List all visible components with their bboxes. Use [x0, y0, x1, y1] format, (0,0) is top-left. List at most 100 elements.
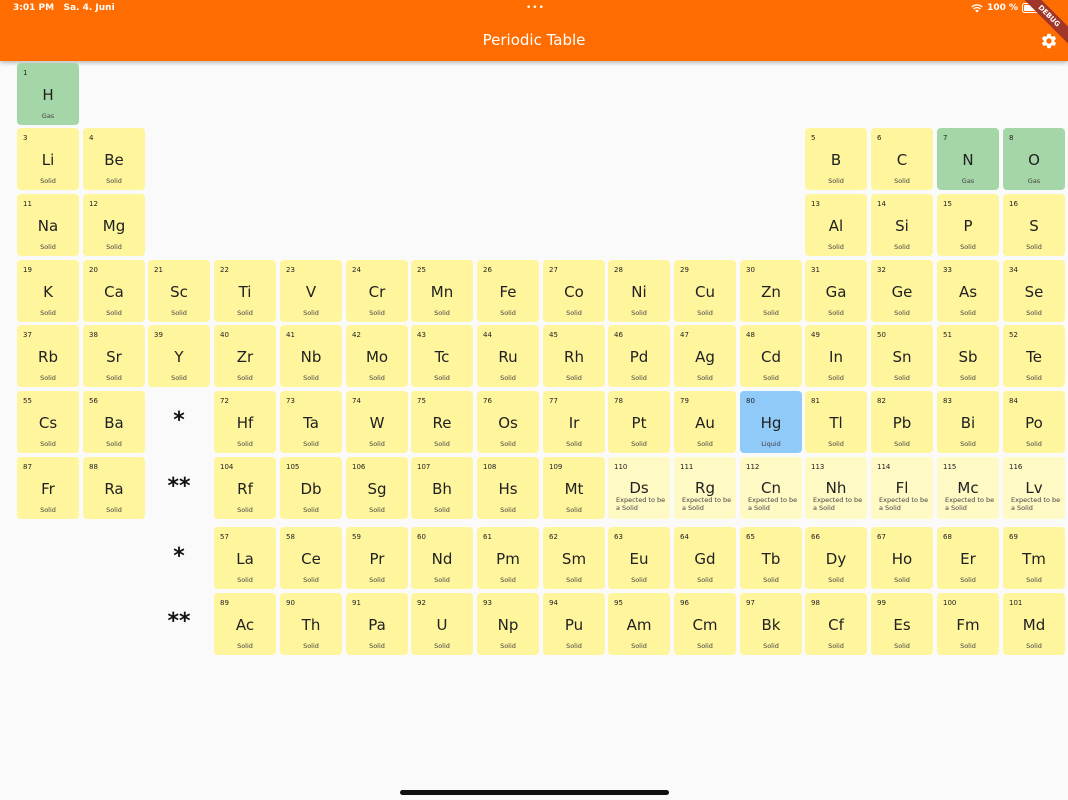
element-tile-ag[interactable]: 47 Ag Solid [674, 325, 736, 387]
element-tile-tb[interactable]: 65 Tb Solid [740, 527, 802, 589]
element-tile-co[interactable]: 27 Co Solid [543, 260, 605, 322]
element-tile-zr[interactable]: 40 Zr Solid [214, 325, 276, 387]
element-tile-mn[interactable]: 25 Mn Solid [411, 260, 473, 322]
element-tile-cm[interactable]: 96 Cm Solid [674, 593, 736, 655]
element-tile-ca[interactable]: 20 Ca Solid [83, 260, 145, 322]
element-tile-h[interactable]: 1 H Gas [17, 63, 79, 125]
element-tile-as[interactable]: 33 As Solid [937, 260, 999, 322]
element-tile-ga[interactable]: 31 Ga Solid [805, 260, 867, 322]
element-tile-n[interactable]: 7 N Gas [937, 128, 999, 190]
element-tile-np[interactable]: 93 Np Solid [477, 593, 539, 655]
element-tile-eu[interactable]: 63 Eu Solid [608, 527, 670, 589]
element-tile-am[interactable]: 95 Am Solid [608, 593, 670, 655]
element-tile-tl[interactable]: 81 Tl Solid [805, 391, 867, 453]
element-tile-y[interactable]: 39 Y Solid [148, 325, 210, 387]
element-tile-hs[interactable]: 108 Hs Solid [477, 457, 539, 519]
element-tile-md[interactable]: 101 Md Solid [1003, 593, 1065, 655]
element-tile-db[interactable]: 105 Db Solid [280, 457, 342, 519]
element-tile-cs[interactable]: 55 Cs Solid [17, 391, 79, 453]
element-tile-sr[interactable]: 38 Sr Solid [83, 325, 145, 387]
element-tile-mc[interactable]: 115 Mc Expected to be a Solid [937, 457, 999, 519]
element-tile-b[interactable]: 5 B Solid [805, 128, 867, 190]
element-tile-s[interactable]: 16 S Solid [1003, 194, 1065, 256]
element-tile-ru[interactable]: 44 Ru Solid [477, 325, 539, 387]
element-tile-bi[interactable]: 83 Bi Solid [937, 391, 999, 453]
element-tile-rf[interactable]: 104 Rf Solid [214, 457, 276, 519]
element-tile-k[interactable]: 19 K Solid [17, 260, 79, 322]
element-tile-ds[interactable]: 110 Ds Expected to be a Solid [608, 457, 670, 519]
element-tile-tc[interactable]: 43 Tc Solid [411, 325, 473, 387]
element-tile-mt[interactable]: 109 Mt Solid [543, 457, 605, 519]
element-tile-mo[interactable]: 42 Mo Solid [346, 325, 408, 387]
element-tile-au[interactable]: 79 Au Solid [674, 391, 736, 453]
element-tile-fm[interactable]: 100 Fm Solid [937, 593, 999, 655]
element-tile-pt[interactable]: 78 Pt Solid [608, 391, 670, 453]
element-tile-po[interactable]: 84 Po Solid [1003, 391, 1065, 453]
element-tile-re[interactable]: 75 Re Solid [411, 391, 473, 453]
element-tile-gd[interactable]: 64 Gd Solid [674, 527, 736, 589]
element-tile-te[interactable]: 52 Te Solid [1003, 325, 1065, 387]
element-tile-ac[interactable]: 89 Ac Solid [214, 593, 276, 655]
element-tile-pu[interactable]: 94 Pu Solid [543, 593, 605, 655]
element-tile-cu[interactable]: 29 Cu Solid [674, 260, 736, 322]
element-tile-nd[interactable]: 60 Nd Solid [411, 527, 473, 589]
element-tile-ir[interactable]: 77 Ir Solid [543, 391, 605, 453]
element-tile-rg[interactable]: 111 Rg Expected to be a Solid [674, 457, 736, 519]
element-tile-sm[interactable]: 62 Sm Solid [543, 527, 605, 589]
element-tile-fr[interactable]: 87 Fr Solid [17, 457, 79, 519]
element-tile-ra[interactable]: 88 Ra Solid [83, 457, 145, 519]
element-tile-fl[interactable]: 114 Fl Expected to be a Solid [871, 457, 933, 519]
element-tile-sc[interactable]: 21 Sc Solid [148, 260, 210, 322]
element-tile-er[interactable]: 68 Er Solid [937, 527, 999, 589]
element-tile-pb[interactable]: 82 Pb Solid [871, 391, 933, 453]
element-tile-nb[interactable]: 41 Nb Solid [280, 325, 342, 387]
element-tile-nh[interactable]: 113 Nh Expected to be a Solid [805, 457, 867, 519]
element-tile-rh[interactable]: 45 Rh Solid [543, 325, 605, 387]
element-tile-al[interactable]: 13 Al Solid [805, 194, 867, 256]
multitasking-dots-icon[interactable]: ••• [526, 3, 545, 13]
element-tile-u[interactable]: 92 U Solid [411, 593, 473, 655]
home-indicator[interactable] [400, 790, 669, 795]
element-tile-be[interactable]: 4 Be Solid [83, 128, 145, 190]
element-tile-fe[interactable]: 26 Fe Solid [477, 260, 539, 322]
element-tile-pm[interactable]: 61 Pm Solid [477, 527, 539, 589]
element-tile-cr[interactable]: 24 Cr Solid [346, 260, 408, 322]
element-tile-cd[interactable]: 48 Cd Solid [740, 325, 802, 387]
element-tile-p[interactable]: 15 P Solid [937, 194, 999, 256]
element-tile-ti[interactable]: 22 Ti Solid [214, 260, 276, 322]
element-tile-ta[interactable]: 73 Ta Solid [280, 391, 342, 453]
element-tile-bk[interactable]: 97 Bk Solid [740, 593, 802, 655]
element-tile-o[interactable]: 8 O Gas [1003, 128, 1065, 190]
element-tile-ho[interactable]: 67 Ho Solid [871, 527, 933, 589]
element-tile-hg[interactable]: 80 Hg Liquid [740, 391, 802, 453]
element-tile-ce[interactable]: 58 Ce Solid [280, 527, 342, 589]
element-tile-la[interactable]: 57 La Solid [214, 527, 276, 589]
element-tile-bh[interactable]: 107 Bh Solid [411, 457, 473, 519]
element-tile-pr[interactable]: 59 Pr Solid [346, 527, 408, 589]
element-tile-cf[interactable]: 98 Cf Solid [805, 593, 867, 655]
element-tile-pd[interactable]: 46 Pd Solid [608, 325, 670, 387]
element-tile-li[interactable]: 3 Li Solid [17, 128, 79, 190]
element-tile-c[interactable]: 6 C Solid [871, 128, 933, 190]
element-tile-se[interactable]: 34 Se Solid [1003, 260, 1065, 322]
element-tile-ge[interactable]: 32 Ge Solid [871, 260, 933, 322]
element-tile-hf[interactable]: 72 Hf Solid [214, 391, 276, 453]
element-tile-es[interactable]: 99 Es Solid [871, 593, 933, 655]
element-tile-w[interactable]: 74 W Solid [346, 391, 408, 453]
element-tile-zn[interactable]: 30 Zn Solid [740, 260, 802, 322]
element-tile-dy[interactable]: 66 Dy Solid [805, 527, 867, 589]
element-tile-tm[interactable]: 69 Tm Solid [1003, 527, 1065, 589]
element-tile-na[interactable]: 11 Na Solid [17, 194, 79, 256]
element-tile-ni[interactable]: 28 Ni Solid [608, 260, 670, 322]
element-tile-lv[interactable]: 116 Lv Expected to be a Solid [1003, 457, 1065, 519]
element-tile-v[interactable]: 23 V Solid [280, 260, 342, 322]
element-tile-si[interactable]: 14 Si Solid [871, 194, 933, 256]
element-tile-in[interactable]: 49 In Solid [805, 325, 867, 387]
element-tile-sb[interactable]: 51 Sb Solid [937, 325, 999, 387]
element-tile-sn[interactable]: 50 Sn Solid [871, 325, 933, 387]
element-tile-th[interactable]: 90 Th Solid [280, 593, 342, 655]
element-tile-os[interactable]: 76 Os Solid [477, 391, 539, 453]
gear-icon[interactable] [1040, 32, 1058, 50]
element-tile-sg[interactable]: 106 Sg Solid [346, 457, 408, 519]
element-tile-mg[interactable]: 12 Mg Solid [83, 194, 145, 256]
